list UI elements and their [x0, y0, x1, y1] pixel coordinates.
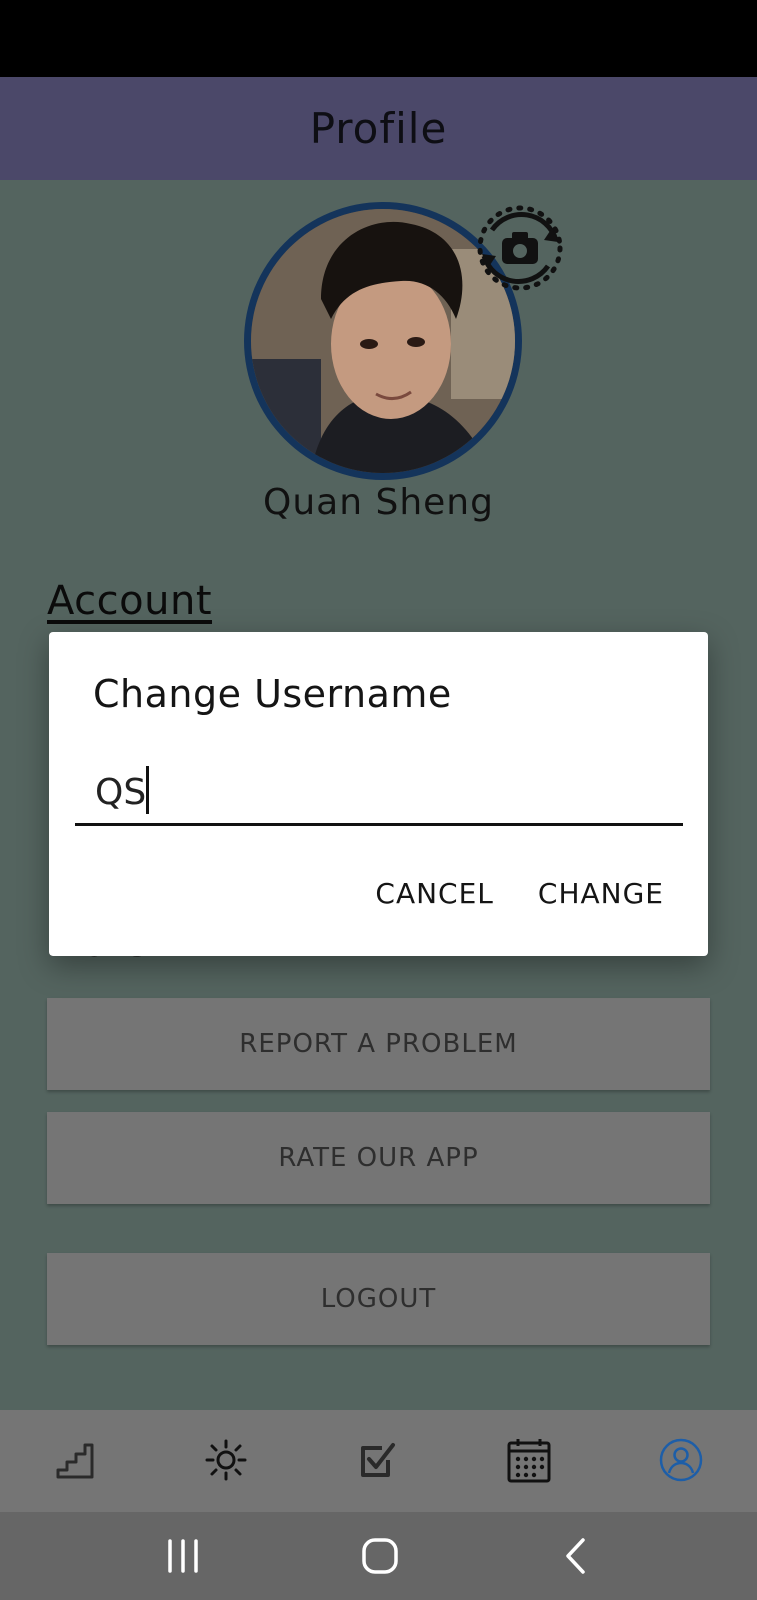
recent-apps-icon: [168, 1539, 198, 1573]
calendar-icon: [507, 1439, 551, 1483]
camera-rotate-icon: [477, 205, 563, 291]
page-title: Profile: [309, 104, 448, 153]
status-bar: [0, 0, 757, 77]
nav-item-profile[interactable]: [653, 1432, 709, 1488]
checkbox-icon: [361, 1443, 395, 1477]
home-icon: [362, 1538, 398, 1574]
username-input[interactable]: [75, 762, 683, 826]
stairs-icon: [56, 1443, 94, 1479]
dialog-title: Change Username: [93, 672, 452, 716]
nav-item-stairs[interactable]: [47, 1432, 103, 1488]
nav-item-calendar[interactable]: [501, 1432, 557, 1488]
nav-item-weather[interactable]: [198, 1432, 254, 1488]
change-photo-button[interactable]: [472, 200, 568, 296]
system-nav-bar: [0, 1512, 757, 1600]
rate-app-button[interactable]: RATE OUR APP: [47, 1112, 710, 1204]
section-heading-account: Account: [47, 578, 213, 624]
profile-icon: [659, 1438, 703, 1482]
recent-apps-button[interactable]: [162, 1534, 206, 1578]
text-cursor: [146, 766, 149, 814]
logout-button[interactable]: LOGOUT: [47, 1253, 710, 1345]
back-icon: [566, 1538, 585, 1574]
change-username-dialog: Change Username CANCEL CHANGE: [49, 632, 708, 956]
change-button[interactable]: CHANGE: [538, 877, 664, 910]
report-problem-button[interactable]: REPORT A PROBLEM: [47, 998, 710, 1090]
app-header: Profile: [0, 77, 757, 180]
back-button[interactable]: [556, 1534, 600, 1578]
nav-item-tasks[interactable]: [350, 1432, 406, 1488]
bottom-nav: [0, 1410, 757, 1512]
sun-icon: [205, 1439, 247, 1481]
profile-name[interactable]: Quan Sheng: [0, 482, 757, 523]
cancel-button[interactable]: CANCEL: [375, 877, 494, 910]
home-button[interactable]: [358, 1534, 402, 1578]
dialog-actions: CANCEL CHANGE: [375, 877, 664, 910]
